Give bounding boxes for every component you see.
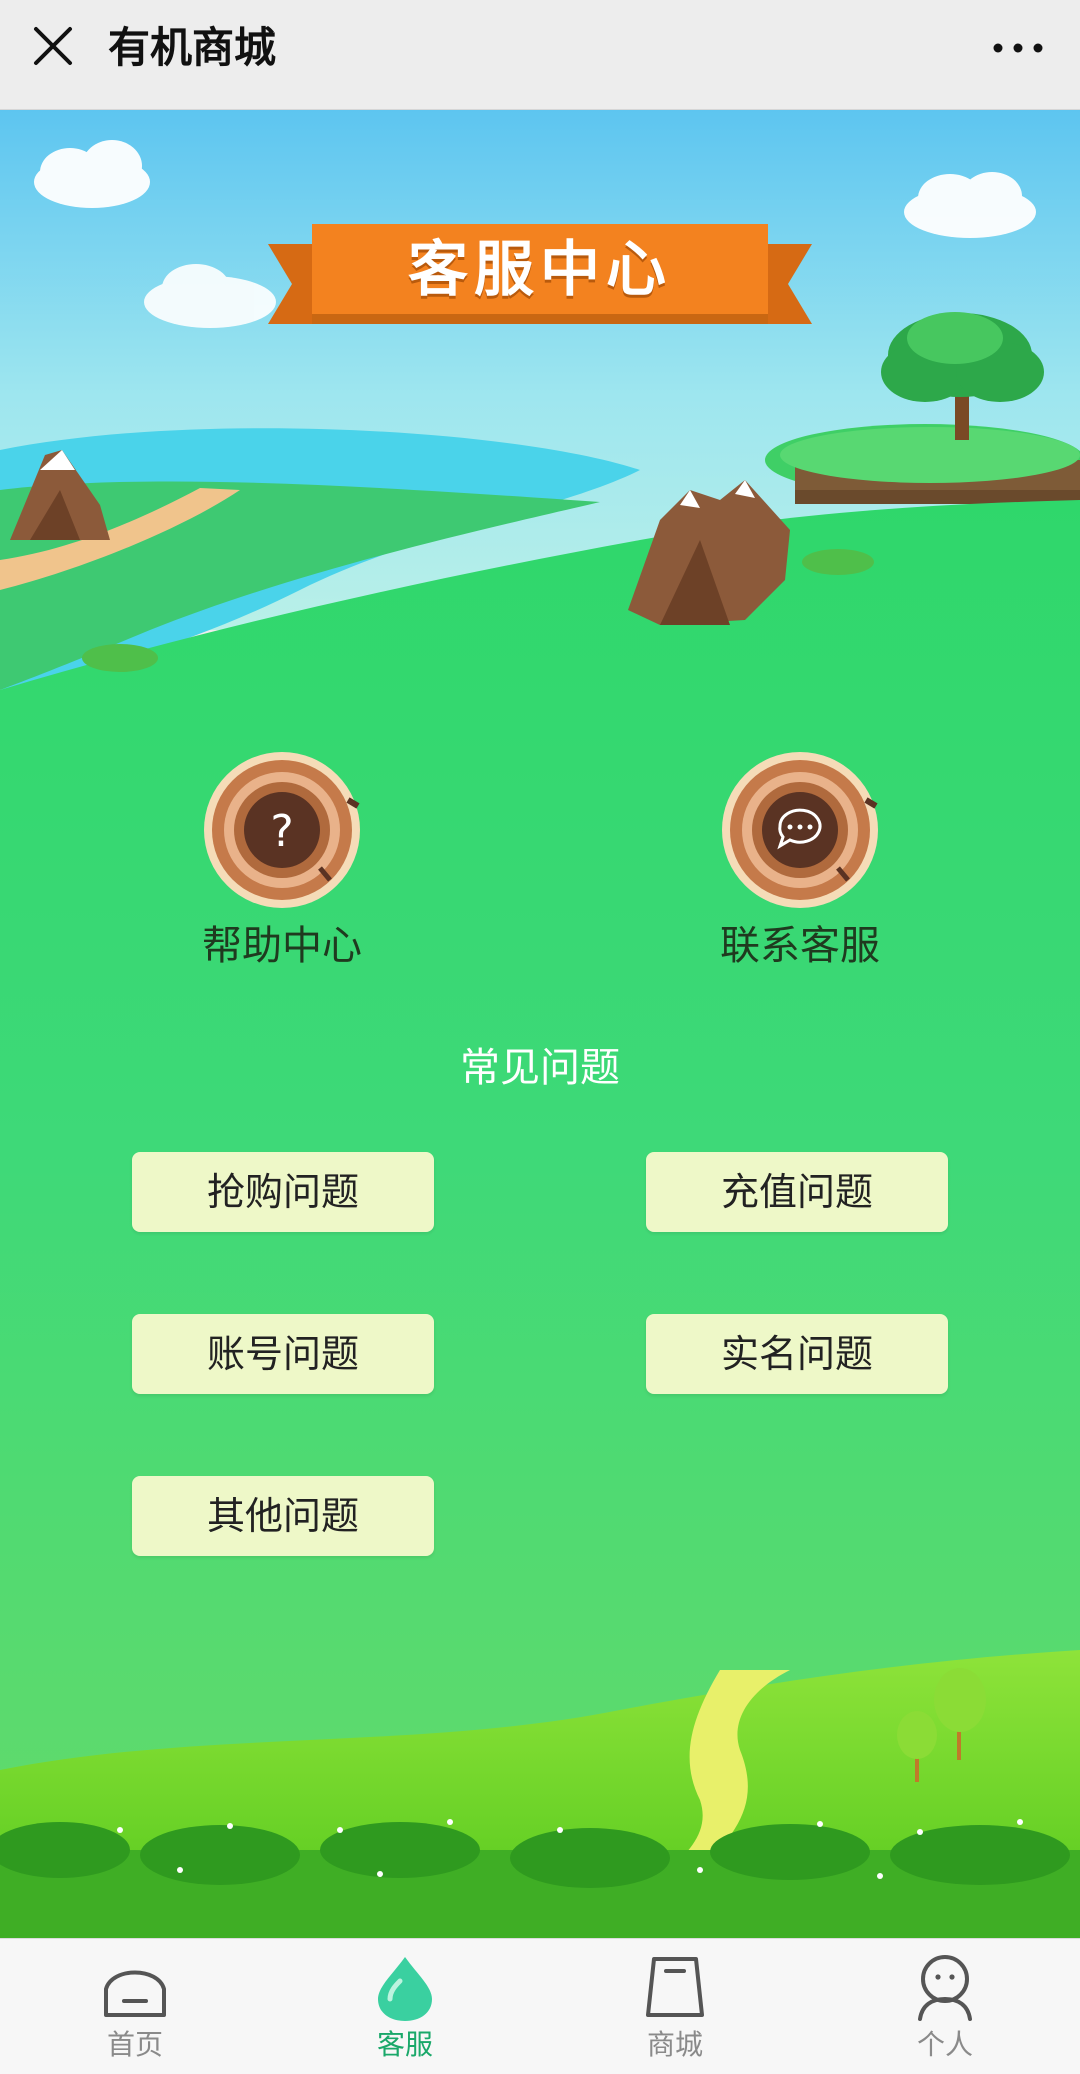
- customer-service-scene: 客服中心 ? 帮助中心 联系客服 常见问题 抢购问题 充值问题 账号问题 实名问…: [0, 110, 1080, 1938]
- faq-recharge-button[interactable]: 充值问题: [646, 1152, 948, 1232]
- page-title: 有机商城: [108, 23, 277, 72]
- question-icon: ?: [204, 752, 360, 908]
- home-icon: [104, 1970, 166, 2017]
- nav-service-label: 客服: [376, 2028, 433, 2061]
- person-icon: [918, 1955, 972, 2021]
- faq-real-name-button[interactable]: 实名问题: [646, 1314, 948, 1394]
- nav-service[interactable]: 客服: [270, 1939, 540, 2074]
- bottom-nav: 首页 客服 商城 个人: [0, 1938, 1080, 2074]
- help-center-button[interactable]: ? 帮助中心: [172, 750, 392, 1000]
- nav-profile[interactable]: 个人: [810, 1939, 1080, 2074]
- close-button[interactable]: [24, 17, 84, 77]
- faq-other-button[interactable]: 其他问题: [132, 1476, 434, 1556]
- nav-profile-label: 个人: [916, 2028, 973, 2061]
- nav-home-label: 首页: [106, 2028, 163, 2061]
- help-center-label: 帮助中心: [202, 923, 362, 969]
- contact-service-label: 联系客服: [720, 923, 880, 969]
- nav-mall-label: 商城: [646, 2028, 703, 2061]
- faq-title: 常见问题: [460, 1045, 620, 1091]
- faq-account-button[interactable]: 账号问题: [132, 1314, 434, 1394]
- chat-icon: [722, 752, 878, 908]
- bag-icon: [646, 1957, 704, 2017]
- nav-mall[interactable]: 商城: [540, 1939, 810, 2074]
- close-icon: [34, 27, 72, 65]
- title-bar: 有机商城: [0, 0, 1080, 110]
- faq-flash-sale-button[interactable]: 抢购问题: [132, 1152, 434, 1232]
- droplet-icon: [378, 1957, 432, 2021]
- contact-service-button[interactable]: 联系客服: [690, 750, 910, 1000]
- more-icon: [993, 43, 1043, 53]
- landscape-illustration: [0, 110, 1080, 1938]
- nav-home[interactable]: 首页: [0, 1939, 270, 2074]
- svg-text:?: ?: [270, 806, 293, 857]
- more-button[interactable]: [988, 30, 1048, 66]
- banner-title: 客服中心: [408, 235, 672, 305]
